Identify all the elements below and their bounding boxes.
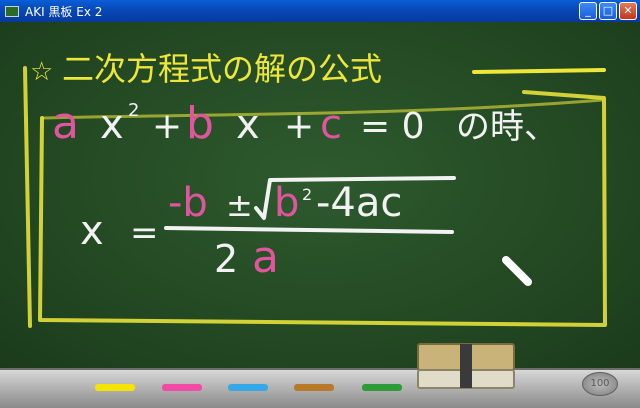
eq-sq: 2: [128, 100, 139, 121]
eq-x2: x: [236, 102, 260, 148]
coin-icon[interactable]: 100: [582, 372, 618, 396]
heading-star: ☆: [30, 57, 53, 87]
eraser[interactable]: [416, 342, 516, 390]
maximize-button[interactable]: □: [599, 2, 617, 20]
chalk-cursor-icon: [502, 256, 532, 286]
chalkboard[interactable]: ☆ 二次方程式の解の公式 a x 2 + b x + c = 0 の時、 x =…: [0, 22, 640, 368]
close-button[interactable]: ✕: [619, 2, 637, 20]
app-icon: [5, 5, 19, 17]
blue-chalk[interactable]: [228, 384, 268, 391]
green-chalk[interactable]: [362, 384, 402, 391]
eq-plus2: +: [284, 106, 314, 147]
yellow-chalk[interactable]: [95, 384, 135, 391]
eq-tail: の時、: [456, 107, 558, 147]
formula-denom-2: 2: [214, 237, 238, 281]
eq-plus1: +: [152, 106, 182, 147]
formula-b2: b: [274, 180, 299, 226]
eq-equals-zero: = 0: [360, 106, 425, 147]
eq-x1: x: [100, 102, 124, 148]
formula-rest: -4ac: [316, 180, 402, 226]
title-bar: AKI 黒板 Ex 2 _ □ ✕: [0, 0, 640, 22]
pink-chalk[interactable]: [162, 384, 202, 391]
formula-sq: 2: [302, 185, 312, 204]
chalk-tray: [0, 368, 640, 408]
heading-text: 二次方程式の解の公式: [62, 50, 382, 88]
eq-b: b: [186, 98, 214, 149]
window-title: AKI 黒板 Ex 2: [25, 4, 103, 19]
heading-dash: [472, 68, 606, 74]
eq-a: a: [52, 98, 79, 149]
brown-chalk[interactable]: [294, 384, 334, 391]
board-drawing: ☆ 二次方程式の解の公式 a x 2 + b x + c = 0 の時、 x =…: [23, 50, 607, 328]
formula-pm: ±: [226, 186, 253, 224]
formula-eq: =: [130, 213, 159, 253]
fraction-bar: [164, 226, 454, 234]
minimize-button[interactable]: _: [579, 2, 597, 20]
formula-x: x: [80, 208, 104, 254]
formula-neg-b: -b: [168, 180, 208, 226]
eq-c: c: [320, 102, 342, 148]
formula-denom-a: a: [252, 232, 279, 283]
